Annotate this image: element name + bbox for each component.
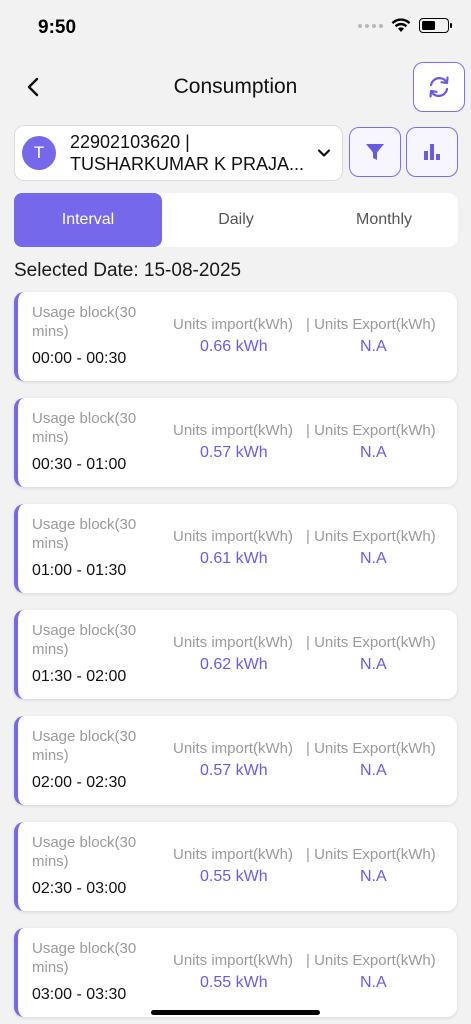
signal-icon [358,23,383,28]
export-label: | Units Export(kWh) [306,316,436,333]
import-value: 0.66 kWh [200,338,268,355]
import-label: Units import(kWh) [173,740,294,757]
import-value: 0.62 kWh [200,656,268,673]
import-label: Units import(kWh) [173,528,294,545]
tab-interval[interactable]: Interval [14,193,162,247]
interval-card[interactable]: Usage block(30 mins) 02:30 - 03:00 Units… [14,822,457,911]
export-value: N.A [360,444,387,461]
usage-block-label: Usage block(30 mins) [32,834,137,870]
import-label: Units import(kWh) [173,316,294,333]
status-icons [358,18,452,33]
status-time: 9:50 [38,17,77,38]
usage-block-label: Usage block(30 mins) [32,410,137,446]
interval-time: 00:00 - 00:30 [32,350,127,367]
import-label: Units import(kWh) [173,952,294,969]
import-value: 0.61 kWh [200,550,268,567]
account-number: 22902103620 | [70,132,190,152]
battery-icon [419,18,452,33]
refresh-button[interactable] [413,62,465,112]
export-label: | Units Export(kWh) [306,952,436,969]
home-indicator [151,1010,320,1015]
import-label: Units import(kWh) [173,846,294,863]
filter-button[interactable] [349,127,401,177]
interval-time: 03:00 - 03:30 [32,986,127,1003]
account-text: 22902103620 | TUSHARKUMAR K PRAJA... [70,131,310,175]
export-value: N.A [360,762,387,779]
usage-block-label: Usage block(30 mins) [32,304,137,340]
status-bar: 9:50 [0,0,471,56]
chart-button[interactable] [406,127,458,177]
interval-card[interactable]: Usage block(30 mins) 03:00 - 03:30 Units… [14,928,457,1017]
export-value: N.A [360,974,387,991]
interval-time: 00:30 - 01:00 [32,456,127,473]
interval-time: 02:30 - 03:00 [32,880,127,897]
import-value: 0.55 kWh [200,974,268,991]
interval-card[interactable]: Usage block(30 mins) 01:30 - 02:00 Units… [14,610,457,699]
account-dropdown[interactable]: T 22902103620 | TUSHARKUMAR K PRAJA... [14,125,343,181]
interval-list: Usage block(30 mins) 00:00 - 00:30 Units… [14,292,457,1024]
selected-date: Selected Date: 15-08-2025 [14,260,242,281]
export-value: N.A [360,656,387,673]
refresh-icon [429,76,449,98]
usage-block-label: Usage block(30 mins) [32,516,137,552]
export-value: N.A [360,868,387,885]
export-label: | Units Export(kWh) [306,846,436,863]
interval-card[interactable]: Usage block(30 mins) 00:00 - 00:30 Units… [14,292,457,381]
usage-block-label: Usage block(30 mins) [32,728,137,764]
view-tabs: Interval Daily Monthly [14,193,458,247]
interval-time: 02:00 - 02:30 [32,774,127,791]
page-title: Consumption [173,75,298,98]
account-row: T 22902103620 | TUSHARKUMAR K PRAJA... [14,125,459,181]
export-label: | Units Export(kWh) [306,740,436,757]
export-label: | Units Export(kWh) [306,422,436,439]
interval-card[interactable]: Usage block(30 mins) 02:00 - 02:30 Units… [14,716,457,805]
interval-card[interactable]: Usage block(30 mins) 01:00 - 01:30 Units… [14,504,457,593]
avatar: T [22,136,56,170]
import-value: 0.57 kWh [200,444,268,461]
export-value: N.A [360,550,387,567]
interval-time: 01:30 - 02:00 [32,668,127,685]
export-label: | Units Export(kWh) [306,528,436,545]
chevron-down-icon [317,149,331,157]
tab-daily[interactable]: Daily [162,193,310,247]
wifi-icon [391,18,411,32]
header: Consumption [0,58,471,116]
import-label: Units import(kWh) [173,634,294,651]
export-value: N.A [360,338,387,355]
interval-card[interactable]: Usage block(30 mins) 00:30 - 01:00 Units… [14,398,457,487]
tab-monthly[interactable]: Monthly [310,193,458,247]
interval-time: 01:00 - 01:30 [32,562,127,579]
filter-icon [366,144,384,160]
bar-chart-icon [424,144,440,160]
import-label: Units import(kWh) [173,422,294,439]
usage-block-label: Usage block(30 mins) [32,940,137,976]
usage-block-label: Usage block(30 mins) [32,622,137,658]
import-value: 0.57 kWh [200,762,268,779]
import-value: 0.55 kWh [200,868,268,885]
export-label: | Units Export(kWh) [306,634,436,651]
account-name: TUSHARKUMAR K PRAJA... [70,154,305,174]
